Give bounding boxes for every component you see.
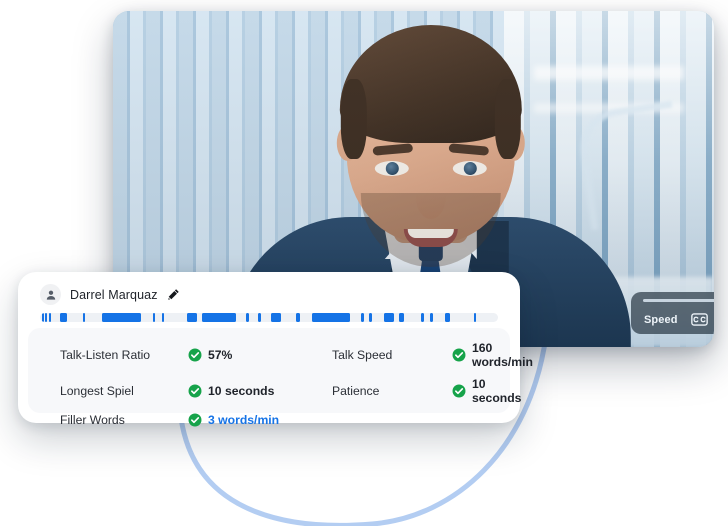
timeline-segment bbox=[421, 313, 425, 322]
timeline-segment bbox=[271, 313, 281, 322]
metric-label: Patience bbox=[332, 384, 380, 398]
status-check-icon bbox=[452, 348, 466, 362]
timeline-segment bbox=[83, 313, 86, 322]
timeline-segment bbox=[186, 313, 197, 322]
metric-value-text: 160 words/min bbox=[472, 341, 533, 369]
timeline-segment bbox=[360, 313, 364, 322]
status-check-icon bbox=[188, 413, 202, 427]
timeline-segment bbox=[48, 313, 51, 322]
timeline-segment bbox=[258, 313, 261, 322]
timeline-segment bbox=[41, 313, 44, 322]
promo-composition: 32 bbox=[0, 0, 728, 526]
hair-side-right bbox=[494, 79, 521, 159]
call-analytics-card: Darrel Marquaz Talk-Listen Ratio 57% Talk … bbox=[18, 272, 533, 427]
metric-label: Talk-Listen Ratio bbox=[60, 348, 151, 362]
metric-value-text: 10 seconds bbox=[472, 377, 522, 405]
timeline-segment bbox=[368, 313, 372, 322]
metric-value: 57% bbox=[188, 348, 332, 362]
closed-captions-icon[interactable] bbox=[690, 311, 708, 328]
metric-value: 160 words/min bbox=[452, 341, 533, 369]
metric-label: Filler Words bbox=[60, 413, 125, 427]
timeline-segment bbox=[45, 313, 48, 322]
person-icon bbox=[40, 284, 61, 305]
timeline-segment bbox=[444, 313, 450, 322]
metric-label: Longest Spiel bbox=[60, 384, 134, 398]
pencil-icon[interactable] bbox=[167, 288, 181, 302]
metrics-panel: Talk-Listen Ratio 57% Talk Speed 160 words/… bbox=[28, 328, 533, 427]
speech-timeline[interactable] bbox=[40, 313, 498, 322]
timeline-segment bbox=[152, 313, 156, 322]
metric-value: 10 seconds bbox=[188, 384, 332, 398]
nose bbox=[415, 175, 446, 219]
timeline-segment bbox=[59, 313, 67, 322]
metrics-grid: Talk-Listen Ratio 57% Talk Speed 160 words/… bbox=[28, 341, 533, 427]
timeline-segment bbox=[296, 313, 300, 322]
timeline-segment bbox=[429, 313, 433, 322]
player-controls-bar: Speed bbox=[631, 292, 714, 334]
speed-button[interactable]: Speed bbox=[644, 314, 678, 326]
eye-left bbox=[374, 161, 409, 176]
status-check-icon bbox=[452, 384, 466, 398]
metric-value-text: 57% bbox=[208, 348, 233, 362]
metric-value[interactable]: 3 words/min bbox=[188, 413, 332, 427]
timeline-segment bbox=[102, 313, 141, 322]
participant-name: Darrel Marquaz bbox=[70, 287, 158, 302]
timeline-segment bbox=[161, 313, 165, 322]
metric-label: Talk Speed bbox=[332, 348, 393, 362]
metric-value-text: 3 words/min bbox=[208, 413, 280, 427]
metric-value: 10 seconds bbox=[452, 377, 533, 405]
timeline-segment bbox=[246, 313, 249, 322]
eye-right bbox=[452, 161, 487, 176]
status-check-icon bbox=[188, 384, 202, 398]
timeline-segment bbox=[202, 313, 236, 322]
hair-side-left bbox=[340, 79, 367, 159]
player-controls-row: Speed bbox=[631, 311, 714, 328]
timeline-segment bbox=[473, 313, 477, 322]
timeline-segment bbox=[383, 313, 395, 322]
playback-progress-bar[interactable] bbox=[643, 299, 714, 302]
participant-row: Darrel Marquaz bbox=[18, 272, 520, 305]
metric-value-text: 10 seconds bbox=[208, 384, 275, 398]
timeline-segment bbox=[399, 313, 404, 322]
status-check-icon bbox=[188, 348, 202, 362]
timeline-segment bbox=[311, 313, 351, 322]
